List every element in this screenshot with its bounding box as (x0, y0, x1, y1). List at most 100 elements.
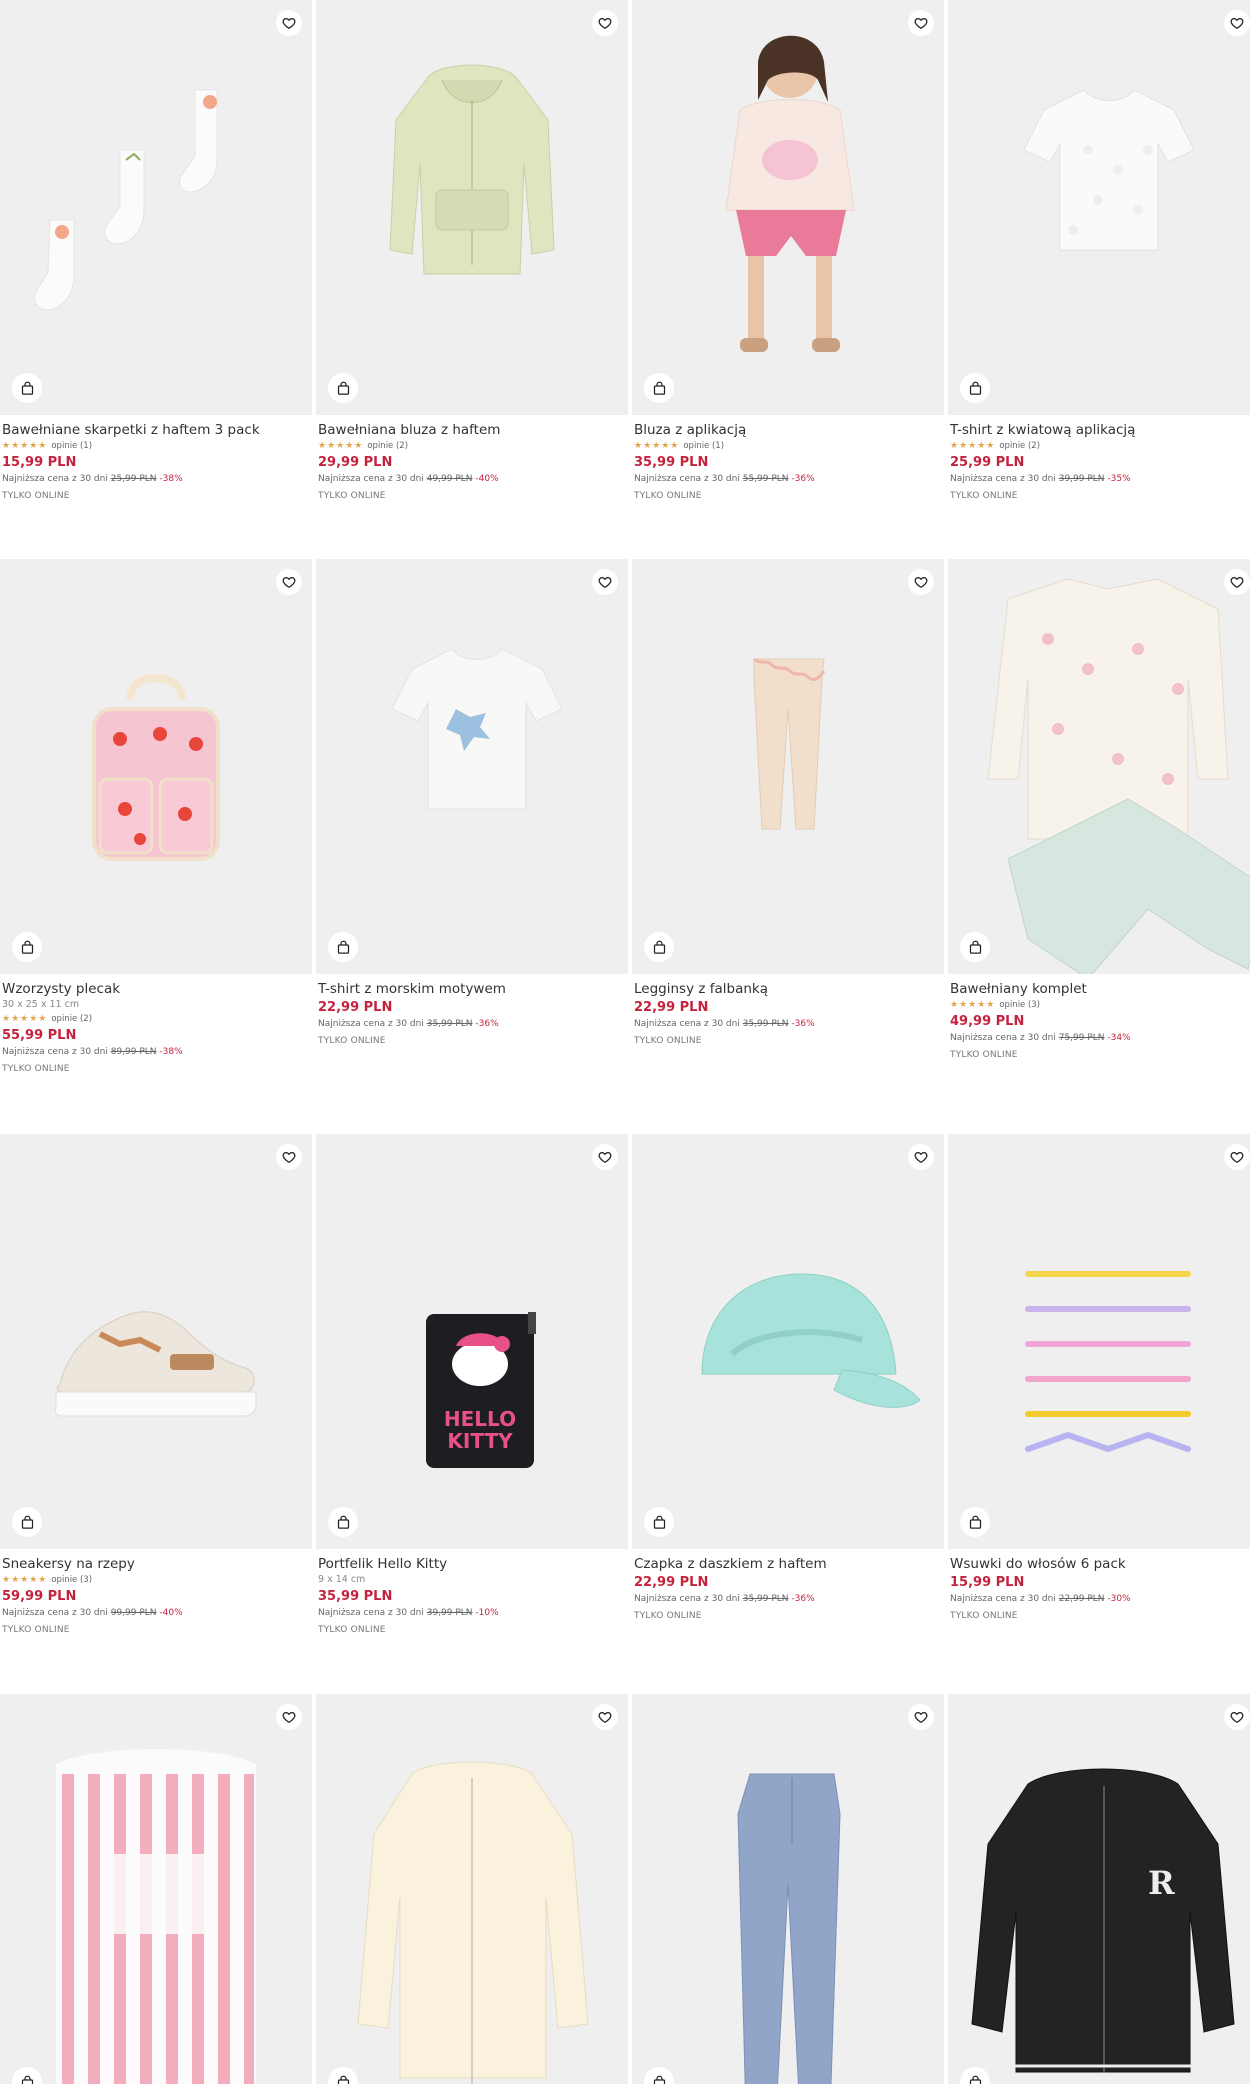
review-count[interactable]: opinie (3) (999, 1000, 1040, 1010)
star-rating-icon: ★★★★★ (634, 441, 680, 451)
product-dimensions: 30 x 25 x 11 cm (2, 999, 80, 1010)
shopping-bag-icon[interactable] (12, 932, 42, 962)
shopping-bag-icon[interactable] (644, 373, 674, 403)
shopping-bag-icon[interactable] (328, 932, 358, 962)
jacket-cream-image (357, 1761, 589, 2084)
product-image[interactable] (948, 1134, 1250, 1549)
heart-icon[interactable] (276, 1144, 302, 1170)
product-card[interactable]: Bluza z aplikacją ★★★★★ opinie (1) 35,99 PL… (632, 0, 944, 506)
product-name[interactable]: Wsuwki do włosów 6 pack (950, 1555, 1250, 1573)
wallet-image: HELLOKITTY (426, 1312, 536, 1468)
product-image[interactable] (0, 1134, 312, 1549)
product-image[interactable]: HELLO KITTY (316, 1134, 628, 1549)
product-name[interactable]: Bluza z aplikacją (634, 421, 942, 439)
product-card[interactable]: Bawełniane skarpetki z haftem 3 pack ★★★★… (0, 0, 312, 506)
product-card[interactable]: Wzorzysty plecak 30 x 25 x 11 cm ★★★★★ opin… (0, 559, 312, 1079)
shopping-bag-icon[interactable] (328, 1507, 358, 1537)
product-card[interactable]: Wsuwki do włosów 6 pack 15,99 PLN Najniższ… (948, 1134, 1250, 1626)
product-image[interactable] (948, 0, 1250, 415)
product-card[interactable]: Legginsy z falbanką 22,99 PLN Najniższa ce… (632, 559, 944, 1051)
heart-icon[interactable] (908, 1704, 934, 1730)
review-count[interactable]: opinie (2) (367, 441, 408, 451)
product-card[interactable]: Sneakersy na rzepy ★★★★★ opinie (3) 59,99 P… (0, 1134, 312, 1640)
shopping-bag-icon[interactable] (960, 1507, 990, 1537)
heart-icon[interactable] (592, 1144, 618, 1170)
online-only-badge: TYLKO ONLINE (634, 1036, 702, 1046)
product-card[interactable] (0, 1694, 312, 2084)
product-image[interactable] (316, 559, 628, 974)
heart-icon[interactable] (592, 1704, 618, 1730)
product-name[interactable]: Czapka z daszkiem z haftem (634, 1555, 942, 1573)
lowest-price-info: Najniższa cena z 30 dni 25,99 PLN -38% (2, 472, 310, 486)
product-name[interactable]: Bawełniana bluza z haftem (318, 421, 626, 439)
heart-icon[interactable] (908, 1144, 934, 1170)
heart-icon[interactable] (908, 569, 934, 595)
review-count[interactable]: opinie (1) (683, 441, 724, 451)
heart-icon[interactable] (276, 569, 302, 595)
heart-icon[interactable] (592, 10, 618, 36)
product-card[interactable]: T-shirt z morskim motywem 22,99 PLN Najniż… (316, 559, 628, 1051)
product-card[interactable]: Bawełniany komplet ★★★★★ opinie (3) 49,99 P… (948, 559, 1250, 1065)
product-image[interactable] (316, 0, 628, 415)
product-name[interactable]: Portfelik Hello Kitty (318, 1555, 626, 1573)
product-image[interactable]: R (948, 1694, 1250, 2084)
product-image[interactable] (0, 1694, 312, 2084)
online-only-badge: TYLKO ONLINE (950, 491, 1018, 501)
product-info: Wsuwki do włosów 6 pack 15,99 PLN Najniższ… (948, 1549, 1250, 1626)
product-name[interactable]: T-shirt z morskim motywem (318, 980, 626, 998)
product-image[interactable] (632, 0, 944, 415)
heart-icon[interactable] (1224, 10, 1250, 36)
review-count[interactable]: opinie (2) (51, 1014, 92, 1024)
shopping-bag-icon[interactable] (644, 1507, 674, 1537)
heart-icon[interactable] (1224, 569, 1250, 595)
review-count[interactable]: opinie (2) (999, 441, 1040, 451)
heart-icon[interactable] (1224, 1144, 1250, 1170)
product-image[interactable] (632, 559, 944, 974)
review-count[interactable]: opinie (3) (51, 1575, 92, 1585)
product-image[interactable] (632, 1134, 944, 1549)
heart-icon[interactable] (276, 1704, 302, 1730)
product-name[interactable]: Wzorzysty plecak (2, 980, 310, 998)
product-name[interactable]: Bawełniany komplet (950, 980, 1250, 998)
lowest-price-label: Najniższa cena z 30 dni (634, 1019, 740, 1029)
shopping-bag-icon[interactable] (328, 373, 358, 403)
product-name[interactable]: Legginsy z falbanką (634, 980, 942, 998)
heart-icon[interactable] (592, 569, 618, 595)
product-image[interactable] (0, 559, 312, 974)
lowest-price-info: Najniższa cena z 30 dni 22,99 PLN -30% (950, 1592, 1250, 1606)
product-name[interactable]: Bawełniane skarpetki z haftem 3 pack (2, 421, 310, 439)
heart-icon[interactable] (1224, 1704, 1250, 1730)
product-info: Wzorzysty plecak 30 x 25 x 11 cm ★★★★★ opin… (0, 974, 312, 1079)
product-name[interactable]: T-shirt z kwiatową aplikacją (950, 421, 1250, 439)
star-rating-icon: ★★★★★ (2, 1575, 48, 1585)
shopping-bag-icon[interactable] (644, 932, 674, 962)
product-name[interactable]: Sneakersy na rzepy (2, 1555, 310, 1573)
product-card[interactable]: Bawełniana bluza z haftem ★★★★★ opinie (2)… (316, 0, 628, 506)
hoodie-image (389, 64, 555, 275)
shopping-bag-icon[interactable] (960, 932, 990, 962)
shopping-bag-icon[interactable] (12, 373, 42, 403)
shopping-bag-icon[interactable] (960, 373, 990, 403)
product-image[interactable] (632, 1694, 944, 2084)
product-image[interactable] (948, 559, 1250, 974)
product-card[interactable]: HELLO KITTY Portfelik Hello Kitty 9 x 14 c… (316, 1134, 628, 1640)
star-rating-icon: ★★★★★ (950, 1000, 996, 1010)
product-card[interactable]: T-shirt z kwiatową aplikacją ★★★★★ opinie … (948, 0, 1250, 506)
product-image[interactable] (0, 0, 312, 415)
hairclips-image (1025, 1271, 1191, 1453)
product-card[interactable] (316, 1694, 628, 2084)
discount-badge: -36% (791, 1594, 815, 1604)
heart-icon[interactable] (908, 10, 934, 36)
review-count[interactable]: opinie (1) (51, 441, 92, 451)
lowest-price-info: Najniższa cena z 30 dni 89,99 PLN -38% (2, 1045, 310, 1059)
discount-badge: -10% (475, 1608, 499, 1618)
shopping-bag-icon[interactable] (12, 1507, 42, 1537)
product-card[interactable] (632, 1694, 944, 2084)
product-image[interactable] (316, 1694, 628, 2084)
product-card[interactable]: Czapka z daszkiem z haftem 22,99 PLN Najni… (632, 1134, 944, 1626)
lowest-price-label: Najniższa cena z 30 dni (2, 1047, 108, 1057)
product-card[interactable]: R (948, 1694, 1250, 2084)
product-price: 35,99 PLN (634, 455, 709, 470)
rating: ★★★★★ opinie (2) (2, 1012, 310, 1026)
heart-icon[interactable] (276, 10, 302, 36)
